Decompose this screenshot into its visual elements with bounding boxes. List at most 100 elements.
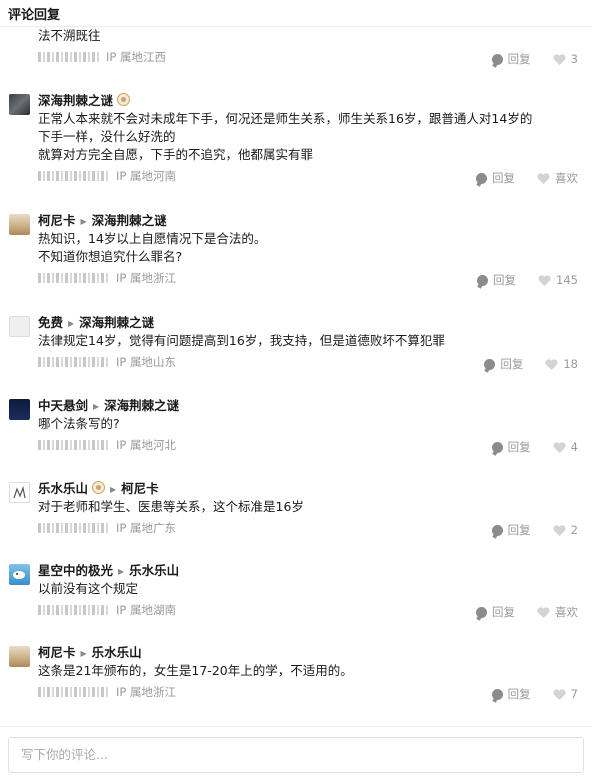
like-button[interactable]: 喜欢 <box>537 170 578 186</box>
reply-button[interactable]: 回复 <box>476 170 515 186</box>
avatar[interactable] <box>9 399 30 420</box>
author-name[interactable]: 中天悬剑 <box>38 398 88 413</box>
blurred-username <box>38 440 110 450</box>
comment-meta: IP 属地广东 回复 2 <box>38 520 578 540</box>
blurred-username <box>38 52 100 62</box>
like-button[interactable]: 3 <box>553 52 578 66</box>
like-count: 18 <box>563 357 578 371</box>
heart-icon <box>537 172 550 184</box>
avatar[interactable] <box>9 564 30 585</box>
avatar[interactable] <box>9 316 30 337</box>
comment-list[interactable]: 法不溯既往 IP 属地江西 回复 3 深海荆棘之谜 正常人本来就不会对未成年下手… <box>0 26 592 726</box>
avatar[interactable] <box>9 94 30 115</box>
comment-bubble-icon <box>491 688 503 700</box>
like-button[interactable]: 4 <box>553 440 578 454</box>
comment-meta: IP 属地河北 回复 4 <box>38 437 578 457</box>
reply-to-name[interactable]: 深海荆棘之谜 <box>104 398 179 413</box>
avatar-sketch-icon <box>13 485 26 499</box>
comment-header: 柯尼卡 ▶ 深海荆棘之谜 <box>38 212 578 230</box>
comment-meta: IP 属地浙江 回复 7 <box>38 684 578 704</box>
author-name[interactable]: 柯尼卡 <box>38 213 76 228</box>
author-name[interactable]: 免费 <box>38 315 63 330</box>
divider <box>0 726 592 727</box>
reply-arrow-icon: ▶ <box>68 319 75 328</box>
heart-icon <box>553 524 566 536</box>
heart-icon <box>553 53 566 65</box>
like-button[interactable]: 18 <box>545 357 578 371</box>
reply-arrow-icon: ▶ <box>110 485 117 494</box>
like-button[interactable]: 喜欢 <box>537 604 578 620</box>
author-name[interactable]: 星空中的极光 <box>38 563 113 578</box>
comment-input[interactable] <box>9 738 583 770</box>
comment-bubble-icon <box>476 606 487 618</box>
ip-location: IP 属地湖南 <box>116 603 176 617</box>
reply-to-name[interactable]: 柯尼卡 <box>121 481 159 496</box>
blurred-username <box>38 357 110 367</box>
reply-arrow-icon: ▶ <box>80 217 87 226</box>
top-bar: 评论回复 <box>0 0 592 27</box>
reply-to-name[interactable]: 深海荆棘之谜 <box>92 213 167 228</box>
like-count: 喜欢 <box>555 605 578 619</box>
heart-icon <box>553 688 566 700</box>
comment-text-line: 法不溯既往 <box>38 28 101 43</box>
like-count: 2 <box>570 523 578 537</box>
comment-header: 星空中的极光 ▶ 乐水乐山 <box>38 562 578 580</box>
ip-location: IP 属地广东 <box>116 521 176 535</box>
comment-composer[interactable] <box>8 737 584 773</box>
page-title: 评论回复 <box>8 8 61 23</box>
avatar[interactable] <box>9 646 30 667</box>
comment-text-line: 热知识，14岁以上自愿情况下是合法的。 <box>38 231 267 246</box>
like-count: 3 <box>570 52 578 66</box>
blurred-username <box>38 171 110 181</box>
blurred-username <box>38 687 110 697</box>
reply-to-name[interactable]: 深海荆棘之谜 <box>79 315 154 330</box>
heart-icon <box>545 358 558 370</box>
comment-text-line: 这条是21年颁布的，女生是17-20年上的学，不适用的。 <box>38 663 353 678</box>
comment-bubble-icon <box>491 441 503 453</box>
comment-meta: IP 属地湖南 回复 喜欢 <box>38 602 578 622</box>
ip-location: IP 属地山东 <box>116 355 176 369</box>
like-count: 喜欢 <box>555 171 578 185</box>
blurred-username <box>38 273 110 283</box>
comment-bubble-icon <box>491 524 503 536</box>
comment-text-line: 不知道你想追究什么罪名? <box>38 249 183 264</box>
medal-badge-icon <box>92 481 106 494</box>
like-count: 145 <box>556 273 578 287</box>
reply-button[interactable]: 回复 <box>491 522 531 538</box>
reply-arrow-icon: ▶ <box>80 649 87 658</box>
reply-button[interactable]: 回复 <box>491 439 531 455</box>
comment-text-line: 哪个法条写的? <box>38 416 120 431</box>
reply-button[interactable]: 回复 <box>484 356 523 372</box>
reply-button[interactable]: 回复 <box>491 686 531 702</box>
ip-location: IP 属地浙江 <box>116 685 176 699</box>
comment-text-line: 下手一样，没什么好洗的 <box>38 129 176 144</box>
author-name[interactable]: 深海荆棘之谜 <box>38 93 113 108</box>
reply-button[interactable]: 回复 <box>476 604 515 620</box>
avatar[interactable] <box>9 482 30 503</box>
medal-badge-icon <box>117 93 131 106</box>
ip-location: IP 属地浙江 <box>116 271 176 285</box>
heart-icon <box>537 606 550 618</box>
comment-header: 乐水乐山 ▶ 柯尼卡 <box>38 480 578 498</box>
reply-button[interactable]: 回复 <box>491 51 531 67</box>
author-name[interactable]: 柯尼卡 <box>38 645 76 660</box>
comment-text-line: 对于老师和学生、医患等关系，这个标准是16岁 <box>38 499 304 514</box>
like-count: 7 <box>570 687 578 701</box>
comment-text-line: 正常人本来就不会对未成年下手，何况还是师生关系，师生关系16岁，跟普通人对14岁… <box>38 111 533 126</box>
reply-to-name[interactable]: 乐水乐山 <box>92 645 142 660</box>
reply-button[interactable]: 回复 <box>477 272 516 288</box>
like-button[interactable]: 2 <box>553 523 578 537</box>
like-button[interactable]: 7 <box>553 687 578 701</box>
avatar[interactable] <box>9 214 30 235</box>
heart-icon <box>553 441 566 453</box>
comment-header: 深海荆棘之谜 <box>38 92 578 110</box>
author-name[interactable]: 乐水乐山 <box>38 481 88 496</box>
blurred-username <box>38 605 110 615</box>
like-button[interactable]: 145 <box>538 273 578 287</box>
comment-bubble-icon <box>476 172 487 184</box>
comment-header: 中天悬剑 ▶ 深海荆棘之谜 <box>38 397 578 415</box>
blurred-username <box>38 523 110 533</box>
comment-header: 免费 ▶ 深海荆棘之谜 <box>38 314 578 332</box>
reply-to-name[interactable]: 乐水乐山 <box>129 563 179 578</box>
reply-arrow-icon: ▶ <box>93 402 100 411</box>
